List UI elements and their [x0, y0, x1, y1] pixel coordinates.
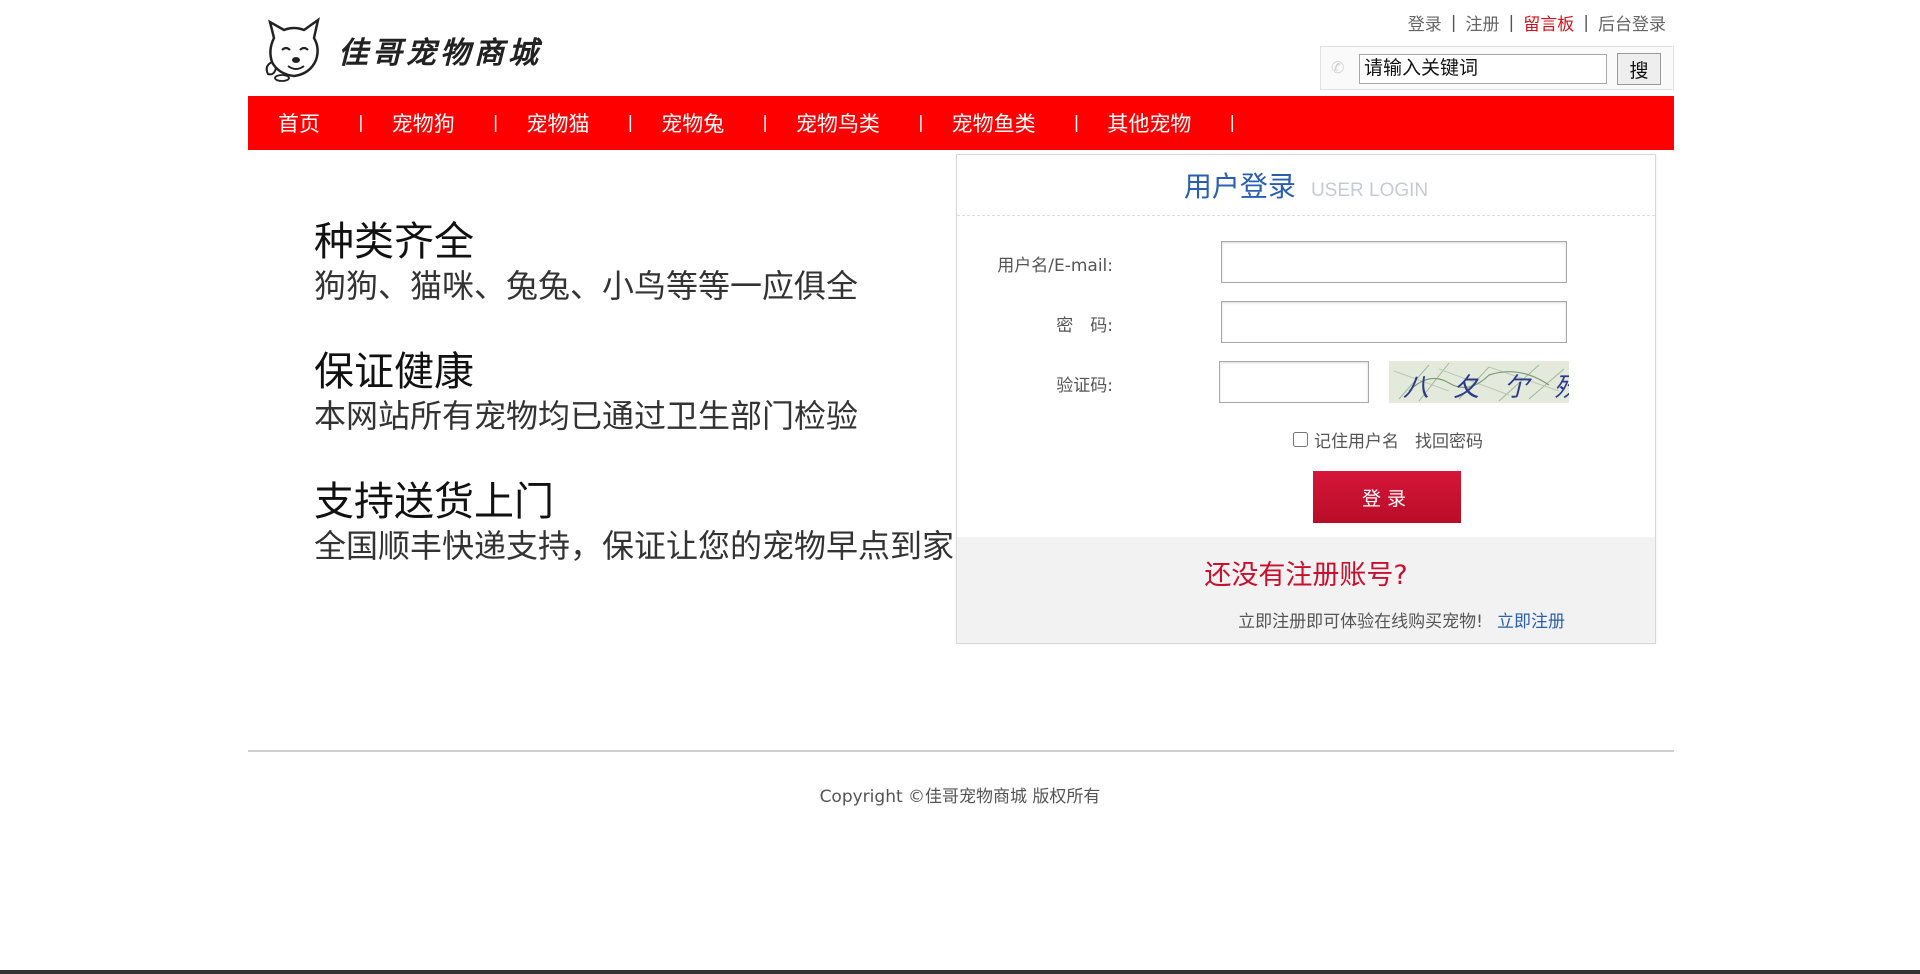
- register-link[interactable]: 注册: [1466, 10, 1500, 35]
- login-subtitle: USER LOGIN: [1310, 180, 1429, 201]
- feature-title: 保证健康: [314, 349, 474, 395]
- captcha-image[interactable]: 八 夂 亇 殀: [1389, 361, 1569, 403]
- username-input[interactable]: [1221, 241, 1567, 283]
- dog-logo-icon: [265, 17, 320, 82]
- feature-desc: 全国顺丰快递支持，保证让您的宠物早点到家: [314, 527, 955, 565]
- nav-item-dogs[interactable]: 宠物狗: [392, 108, 455, 138]
- feature-title: 种类齐全: [314, 219, 474, 265]
- feature-desc: 狗狗、猫咪、兔兔、小鸟等等一应俱全: [314, 267, 859, 305]
- nav-divider: |: [627, 113, 634, 133]
- phone-icon: ✆: [1331, 58, 1345, 77]
- nav-divider: |: [1229, 113, 1236, 133]
- header: 佳哥宠物商城 登录 | 注册 | 留言板 | 后台登录 ✆ 搜: [248, 0, 1674, 96]
- register-prompt: 立即注册即可体验在线购买宠物!: [1238, 612, 1483, 632]
- register-question: 还没有注册账号?: [1204, 560, 1408, 591]
- search-box: ✆ 搜: [1320, 46, 1674, 90]
- login-panel: 用户登录 USER LOGIN 用户名/E-mail: 密 码: 验证码: 八 …: [956, 154, 1656, 644]
- login-header: 用户登录 USER LOGIN: [957, 155, 1655, 216]
- nav-item-rabbits[interactable]: 宠物兔: [661, 108, 724, 138]
- admin-login-link[interactable]: 后台登录: [1598, 10, 1666, 35]
- captcha-input[interactable]: [1219, 361, 1369, 403]
- remember-row: 记住用户名 找回密码: [1293, 427, 1483, 452]
- message-board-link[interactable]: 留言板: [1523, 10, 1574, 35]
- forgot-password-link[interactable]: 找回密码: [1415, 427, 1483, 452]
- captcha-text: 八 夂 亇 殀: [1403, 373, 1569, 403]
- password-input[interactable]: [1221, 301, 1567, 343]
- nav-item-home[interactable]: 首页: [278, 108, 320, 138]
- captcha-label: 验证码:: [1056, 376, 1113, 396]
- register-panel: 还没有注册账号? 立即注册即可体验在线购买宠物! 立即注册: [957, 537, 1655, 643]
- divider: |: [1450, 12, 1457, 33]
- divider: |: [1583, 12, 1589, 33]
- password-label: 密 码:: [1056, 316, 1113, 336]
- copyright: Copyright ©佳哥宠物商城 版权所有: [819, 787, 1101, 807]
- captcha-row: 验证码: 八 夂 亇 殀: [957, 361, 1655, 403]
- nav-divider: |: [762, 113, 768, 133]
- feature-title: 支持送货上门: [314, 479, 554, 525]
- remember-checkbox[interactable]: [1293, 432, 1308, 447]
- nav-divider: |: [1073, 113, 1080, 133]
- search-input[interactable]: [1359, 54, 1607, 84]
- feature-desc: 本网站所有宠物均已通过卫生部门检验: [314, 397, 859, 435]
- logo[interactable]: 佳哥宠物商城: [260, 16, 580, 84]
- register-now-link[interactable]: 立即注册: [1497, 612, 1565, 632]
- logo-text: 佳哥宠物商城: [338, 36, 542, 71]
- password-row: 密 码:: [957, 301, 1655, 343]
- footer-divider: [248, 750, 1674, 752]
- main-nav: 首页 | 宠物狗 | 宠物猫 | 宠物兔 | 宠物鸟类 | 宠物鱼类 | 其他宠…: [248, 96, 1674, 150]
- nav-divider: |: [917, 113, 924, 133]
- login-link[interactable]: 登录: [1408, 10, 1442, 35]
- feature-variety: 种类齐全 狗狗、猫咪、兔兔、小鸟等等一应俱全: [314, 218, 954, 306]
- feature-health: 保证健康 本网站所有宠物均已通过卫生部门检验: [314, 348, 954, 436]
- page: 佳哥宠物商城 登录 | 注册 | 留言板 | 后台登录 ✆ 搜 首页 | 宠物狗…: [0, 0, 1920, 974]
- features: 种类齐全 狗狗、猫咪、兔兔、小鸟等等一应俱全 保证健康 本网站所有宠物均已通过卫…: [314, 218, 954, 608]
- divider: |: [1508, 12, 1515, 33]
- nav-item-birds[interactable]: 宠物鸟类: [796, 108, 880, 138]
- login-title: 用户登录: [1183, 170, 1296, 203]
- register-line: 立即注册即可体验在线购买宠物! 立即注册: [1238, 607, 1565, 632]
- nav-divider: |: [358, 113, 364, 133]
- top-links: 登录 | 注册 | 留言板 | 后台登录: [1408, 10, 1666, 36]
- username-label: 用户名/E-mail:: [997, 256, 1113, 276]
- nav-item-other-pets[interactable]: 其他宠物: [1107, 108, 1191, 138]
- username-row: 用户名/E-mail:: [957, 241, 1655, 283]
- bottom-border: [0, 970, 1920, 974]
- nav-divider: |: [492, 113, 499, 133]
- nav-item-cats[interactable]: 宠物猫: [526, 108, 589, 138]
- nav-item-fish[interactable]: 宠物鱼类: [952, 108, 1036, 138]
- login-button[interactable]: 登录: [1313, 471, 1461, 523]
- remember-label: 记住用户名: [1314, 432, 1399, 452]
- feature-delivery: 支持送货上门 全国顺丰快递支持，保证让您的宠物早点到家: [314, 478, 954, 566]
- search-button[interactable]: 搜: [1617, 53, 1661, 85]
